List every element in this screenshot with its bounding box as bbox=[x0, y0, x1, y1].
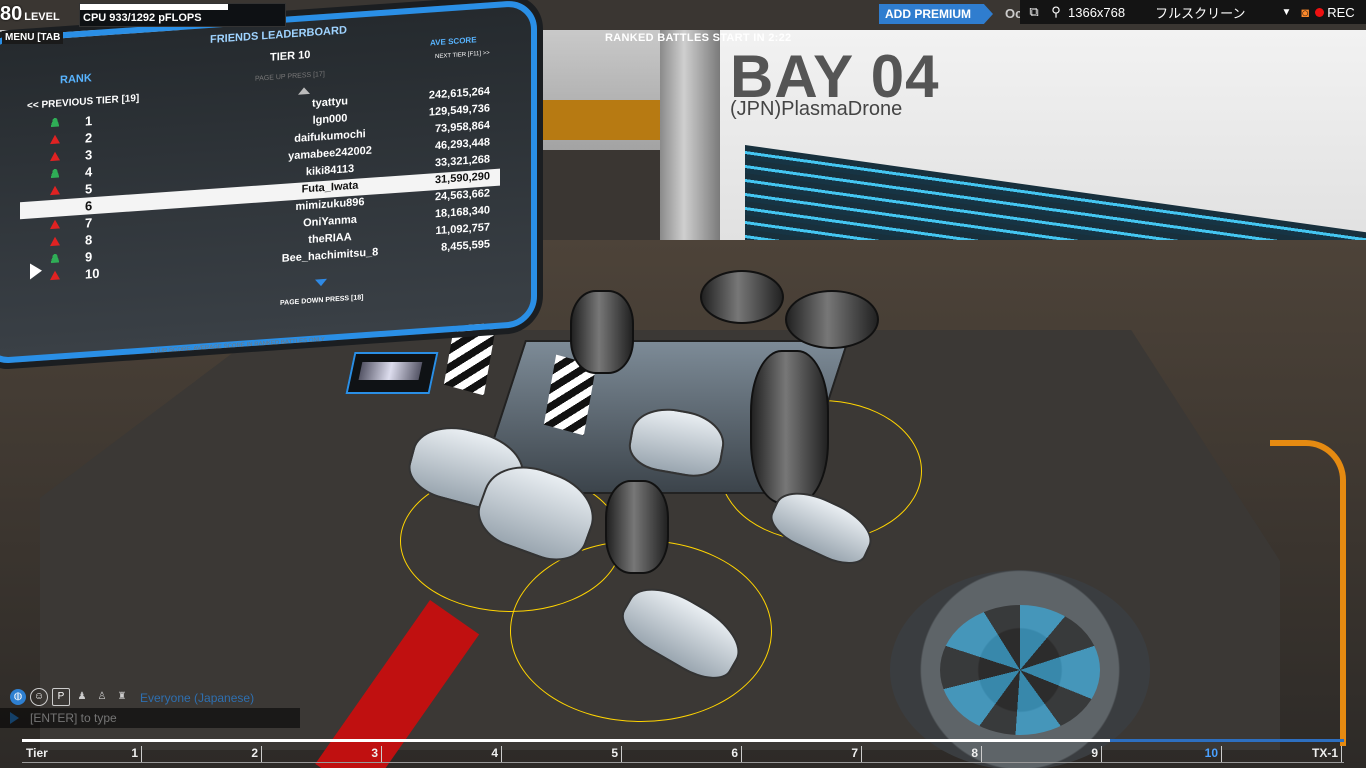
rank-column-header: RANK bbox=[60, 72, 92, 87]
rank-number: 9 bbox=[85, 249, 93, 265]
window-icon[interactable]: ⧉ bbox=[1026, 4, 1042, 20]
trend-icon bbox=[50, 117, 60, 128]
leaderboard-monitor: FRIENDS LEADERBOARD RANK TIER 10 AVE SCO… bbox=[0, 0, 537, 373]
rank-number: 3 bbox=[85, 147, 93, 163]
trend-icon bbox=[50, 236, 60, 247]
tier-marker[interactable]: 5 bbox=[502, 746, 622, 762]
trend-icon bbox=[50, 151, 60, 162]
robot-name: (JPN)PlasmaDrone bbox=[730, 98, 903, 120]
tier-baseline bbox=[22, 762, 1344, 763]
globe-icon[interactable]: ◍ bbox=[10, 689, 26, 705]
rank-number: 10 bbox=[85, 265, 100, 282]
tier-progress-white bbox=[22, 739, 1110, 742]
trend-icon bbox=[50, 270, 60, 281]
rec-label[interactable]: REC bbox=[1327, 5, 1354, 20]
menu-tab-hint[interactable]: MENU [TAB bbox=[2, 31, 64, 44]
add-premium-button[interactable]: ADD PREMIUM bbox=[879, 4, 993, 24]
recorder-mode-select[interactable]: フルスクリーン bbox=[1155, 3, 1245, 22]
tier-marker[interactable]: 8 bbox=[862, 746, 982, 762]
robot-model[interactable] bbox=[390, 270, 950, 730]
tier-marker[interactable]: 1 bbox=[46, 746, 142, 762]
trend-icon bbox=[50, 253, 60, 264]
rank-number: 1 bbox=[85, 113, 93, 129]
rank-number: 5 bbox=[85, 181, 93, 197]
tier-progress-current bbox=[1110, 739, 1344, 742]
zoom-icon[interactable]: ⚲ bbox=[1048, 4, 1064, 20]
thruster-part bbox=[785, 290, 879, 349]
rank-number: 6 bbox=[85, 198, 93, 214]
trend-icon bbox=[50, 185, 60, 196]
rank-number: 7 bbox=[85, 215, 93, 231]
clan-icon[interactable]: ♜ bbox=[114, 689, 130, 705]
camera-icon[interactable]: ◙ bbox=[1301, 5, 1309, 20]
tier-marker-current[interactable]: 10 bbox=[1102, 746, 1222, 762]
level-number: 80 bbox=[0, 3, 23, 25]
people-icon[interactable]: ☺ bbox=[30, 688, 48, 706]
scroll-down-arrow-icon[interactable] bbox=[315, 278, 327, 287]
rank-number: 4 bbox=[85, 164, 93, 180]
add-friend-icon[interactable]: ♙ bbox=[94, 689, 110, 705]
tier-progress-bar: Tier 1 2 3 4 5 6 7 8 9 10 TX-1 bbox=[22, 738, 1344, 766]
leaderboard-rows: 1 tyattyu 242,615,264 2 lgn000 129,549,736 3… bbox=[20, 84, 500, 288]
chat-channel-icons: ◍ ☺ P ♟ ♙ ♜ bbox=[10, 688, 130, 706]
tier-marker[interactable]: 3 bbox=[262, 746, 382, 762]
chat-channel-label[interactable]: Everyone (Japanese) bbox=[140, 691, 254, 705]
ranked-countdown: RANKED BATTLES START IN 2:22 bbox=[605, 32, 792, 44]
tier-marker[interactable]: 2 bbox=[142, 746, 262, 762]
level-label: LEVEL bbox=[24, 11, 60, 23]
cpu-meter-fill bbox=[80, 4, 228, 10]
record-dot-icon[interactable] bbox=[1315, 7, 1325, 17]
cpu-meter: CPU 933/1292 pFLOPS bbox=[79, 3, 286, 27]
rank-number: 2 bbox=[85, 130, 93, 146]
thruster-part bbox=[700, 270, 784, 324]
garage-scene: BAY 04 (JPN)PlasmaDrone FRIENDS LEADERBO… bbox=[0, 0, 1366, 768]
trend-icon bbox=[50, 219, 60, 230]
spawn-pad-spokes bbox=[940, 605, 1100, 735]
trend-icon bbox=[50, 168, 60, 179]
recorder-toolbar: ⧉ ⚲ 1366x768 フルスクリーン ▼ ◙ REC bbox=[1020, 0, 1366, 24]
dropdown-arrow-icon[interactable]: ▼ bbox=[1281, 7, 1291, 18]
tier-marker[interactable]: TX-1 bbox=[1222, 746, 1342, 762]
tier-marker[interactable]: 6 bbox=[622, 746, 742, 762]
party-icon[interactable]: P bbox=[52, 688, 70, 706]
recorder-resolution: 1366x768 bbox=[1068, 4, 1126, 20]
cpu-text: CPU 933/1292 pFLOPS bbox=[83, 12, 202, 24]
rank-number: 8 bbox=[85, 232, 93, 248]
thruster-part bbox=[750, 350, 829, 504]
tier-marker[interactable]: 4 bbox=[382, 746, 502, 762]
tier-marker[interactable]: 7 bbox=[742, 746, 862, 762]
garage-mini-screen bbox=[345, 352, 439, 394]
trend-icon bbox=[50, 134, 60, 145]
scroll-up-arrow-icon[interactable] bbox=[298, 86, 310, 95]
orange-floor-trim bbox=[1270, 440, 1346, 746]
player-level: 80 LEVEL bbox=[0, 2, 60, 26]
thruster-part bbox=[605, 480, 669, 574]
selection-pointer-icon bbox=[30, 262, 42, 280]
friend-icon[interactable]: ♟ bbox=[74, 689, 90, 705]
tier-marker[interactable]: 9 bbox=[982, 746, 1102, 762]
chat-input[interactable] bbox=[0, 708, 300, 728]
thruster-part bbox=[570, 290, 634, 374]
